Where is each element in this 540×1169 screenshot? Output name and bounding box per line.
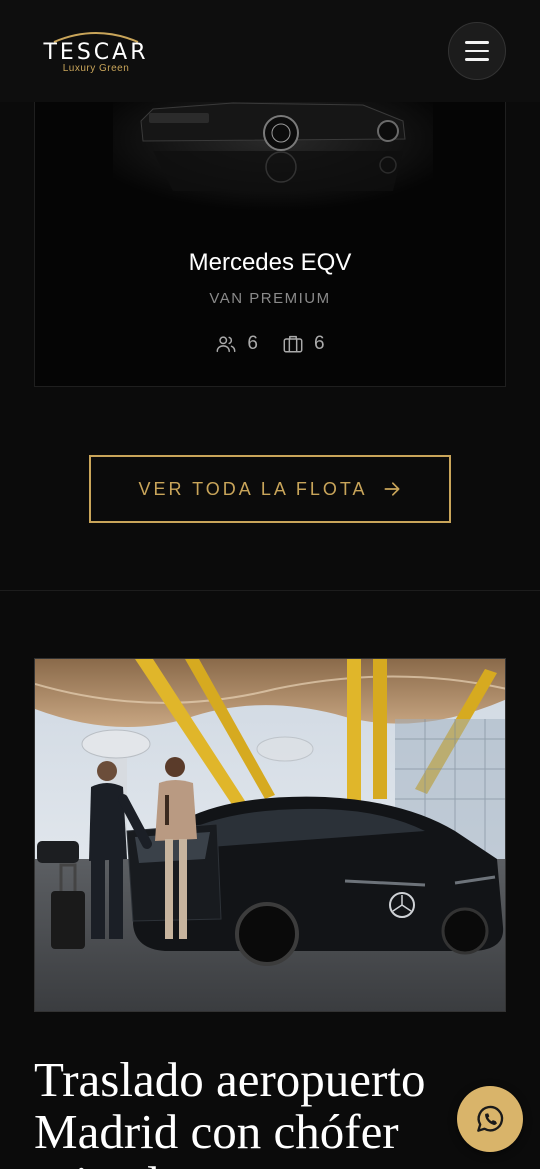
whatsapp-icon — [477, 1105, 504, 1132]
briefcase-icon — [283, 335, 303, 353]
brand-name: TESCAR — [43, 40, 149, 65]
brand-tagline: Luxury Green — [62, 63, 130, 74]
luggage-capacity: 6 — [282, 333, 325, 355]
view-fleet-button[interactable]: VER TODA LA FLOTA — [89, 455, 451, 523]
whatsapp-button[interactable] — [457, 1086, 523, 1152]
vehicle-card[interactable]: Mercedes EQV VAN PREMIUM 6 6 — [34, 60, 506, 387]
menu-icon — [465, 41, 489, 44]
passenger-capacity: 6 — [215, 333, 258, 355]
airport-transfer-photo — [34, 658, 506, 1012]
site-header: TESCAR Luxury Green — [0, 0, 540, 102]
vehicle-name: Mercedes EQV — [188, 249, 352, 276]
airport-scene-illustration — [35, 659, 505, 1011]
section-divider — [0, 590, 540, 591]
article-title: Traslado aeropuerto Madrid con chófer pr… — [34, 1052, 426, 1169]
users-icon — [216, 336, 236, 353]
vehicle-category: VAN PREMIUM — [209, 290, 331, 307]
luggage-count: 6 — [314, 333, 325, 354]
menu-button[interactable] — [448, 22, 506, 80]
view-fleet-label: VER TODA LA FLOTA — [138, 478, 368, 499]
vehicle-photo — [113, 91, 433, 211]
vehicle-specs: 6 6 — [35, 333, 505, 355]
arrow-right-icon — [384, 482, 400, 496]
passenger-count: 6 — [247, 333, 258, 354]
brand-logo[interactable]: TESCAR Luxury Green — [34, 30, 164, 74]
